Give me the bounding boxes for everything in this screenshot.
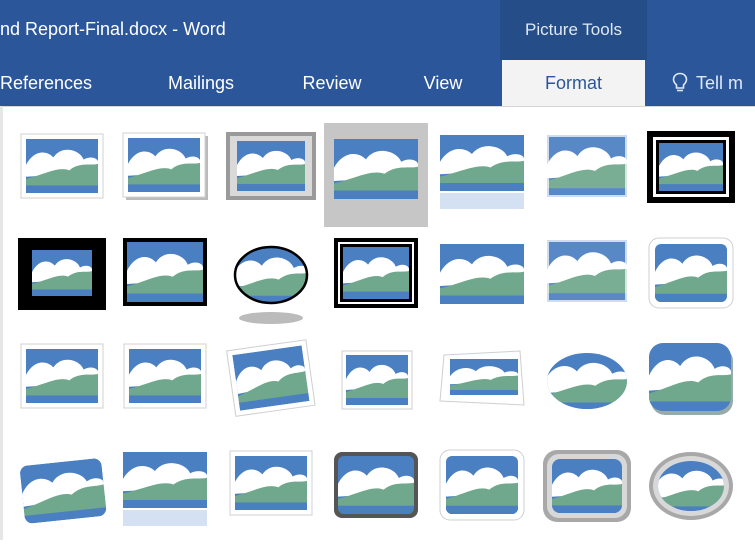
picture-tools-label: Picture Tools	[500, 0, 647, 60]
picture-style-thumbnail	[233, 245, 309, 324]
picture-style-rectangle-shadow[interactable]	[324, 123, 428, 227]
picture-style-thumbnail	[122, 132, 208, 200]
document-title: nd Report-Final.docx - Word	[0, 19, 226, 39]
ribbon-tabs: References Mailings Review View Format T…	[0, 60, 755, 106]
picture-style-thumbnail	[648, 237, 734, 309]
picture-style-soft-edge-oval[interactable]	[535, 333, 639, 437]
picture-style-reflected-rounded-rectangle[interactable]	[430, 123, 534, 227]
picture-style-reflected-bevel-black[interactable]	[113, 440, 217, 544]
picture-style-thumbnail	[334, 139, 418, 199]
picture-style-reflected-rounded-frame[interactable]	[430, 440, 534, 544]
picture-style-thumbnail	[341, 350, 413, 410]
picture-style-thumbnail	[334, 238, 418, 308]
picture-style-metal-oval[interactable]	[639, 440, 743, 544]
picture-style-simple-frame-black[interactable]	[113, 228, 217, 332]
picture-style-thumbnail	[123, 452, 207, 526]
picture-style-compound-frame-black[interactable]	[324, 228, 428, 332]
picture-style-simple-frame-white[interactable]	[10, 123, 114, 227]
picture-style-thumbnail	[440, 135, 524, 209]
picture-style-beveled-oval-black[interactable]	[219, 228, 323, 332]
picture-style-thumbnail	[649, 452, 733, 520]
picture-style-thumbnail	[545, 133, 629, 199]
picture-styles-gallery	[0, 106, 755, 541]
picture-style-thumbnail	[439, 449, 525, 521]
tab-mailings[interactable]: Mailings	[143, 60, 259, 106]
picture-style-thumbnail	[18, 238, 106, 310]
picture-style-drop-shadow-rounded[interactable]	[639, 333, 743, 437]
picture-style-snip-diagonal-corner-white[interactable]	[10, 333, 114, 437]
tab-format[interactable]: Format	[502, 60, 645, 106]
picture-style-thumbnail	[545, 238, 629, 304]
picture-style-reflected-bevel-white[interactable]	[10, 440, 114, 544]
picture-style-thick-matte-black[interactable]	[10, 228, 114, 332]
tell-me-box[interactable]: Tell m	[672, 60, 743, 106]
tab-references[interactable]: References	[0, 60, 112, 106]
picture-style-thumbnail	[334, 452, 418, 518]
gallery-left-edge	[0, 106, 3, 540]
picture-style-thumbnail	[20, 133, 104, 199]
tell-me-text: Tell m	[696, 72, 744, 93]
picture-style-thumbnail	[123, 238, 207, 306]
picture-style-thumbnail	[543, 450, 631, 522]
picture-style-rotated-white[interactable]	[219, 333, 323, 437]
picture-style-thumbnail	[226, 339, 316, 417]
tab-view[interactable]: View	[403, 60, 483, 106]
picture-style-beveled-matte-white[interactable]	[113, 123, 217, 227]
picture-style-moderate-frame-white[interactable]	[113, 333, 217, 437]
picture-style-thumbnail	[439, 350, 525, 406]
picture-style-soft-edge-rounded[interactable]	[535, 228, 639, 332]
picture-style-thumbnail	[649, 343, 733, 415]
picture-style-thumbnail	[229, 450, 313, 516]
picture-style-thumbnail	[123, 343, 207, 409]
picture-style-perspective-shadow-white[interactable]	[324, 333, 428, 437]
picture-style-metal-rounded-rectangle[interactable]	[324, 440, 428, 544]
picture-style-thumbnail	[647, 131, 735, 203]
picture-style-thumbnail	[547, 353, 627, 409]
picture-style-soft-edge-rectangle[interactable]	[535, 123, 639, 227]
tab-review[interactable]: Review	[282, 60, 382, 106]
picture-style-metal-frame[interactable]	[219, 123, 323, 227]
picture-style-thumbnail	[226, 132, 316, 200]
lightbulb-icon	[672, 72, 688, 92]
picture-style-thumbnail	[19, 457, 107, 525]
picture-style-relaxed-perspective-white[interactable]	[430, 333, 534, 437]
picture-style-perspective-white-frame[interactable]	[219, 440, 323, 544]
picture-style-bevel-rectangle[interactable]	[535, 440, 639, 544]
title-bar: nd Report-Final.docx - Word Picture Tool…	[0, 0, 755, 60]
picture-style-thumbnail	[20, 343, 104, 409]
picture-style-rounded-diagonal-corner-white[interactable]	[639, 228, 743, 332]
picture-style-double-frame-black[interactable]	[639, 123, 743, 227]
picture-style-thumbnail	[440, 244, 524, 304]
picture-style-center-shadow-rectangle[interactable]	[430, 228, 534, 332]
